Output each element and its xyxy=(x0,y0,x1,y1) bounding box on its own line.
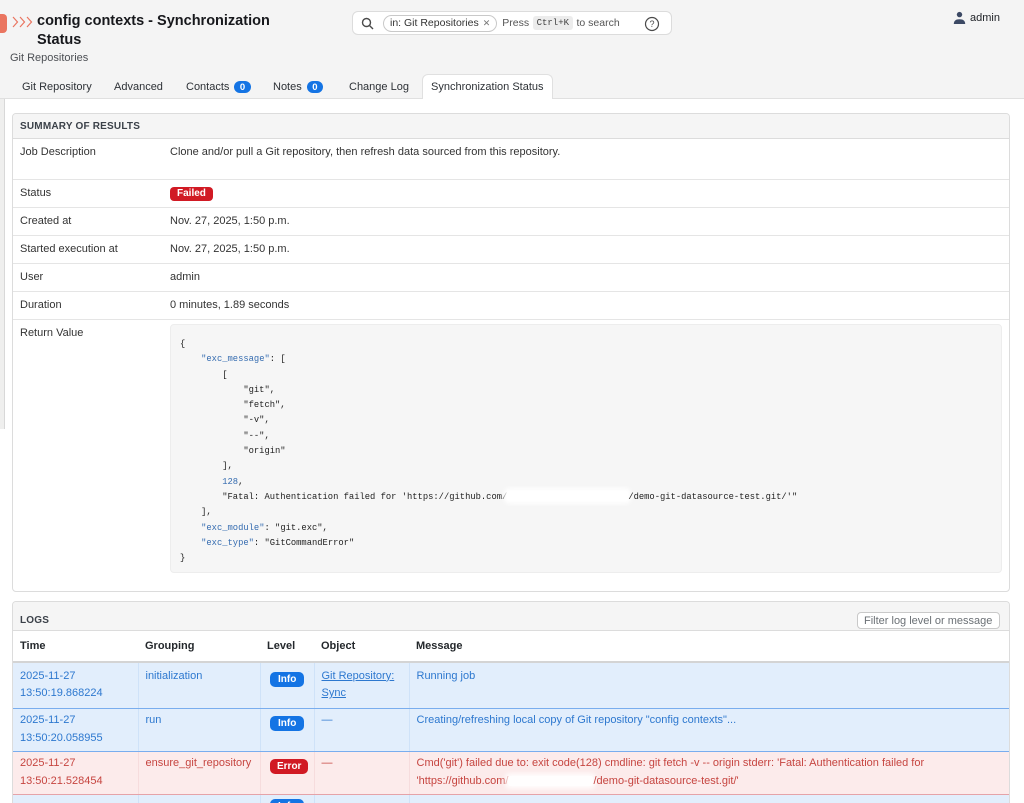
svg-text:?: ? xyxy=(649,19,654,29)
